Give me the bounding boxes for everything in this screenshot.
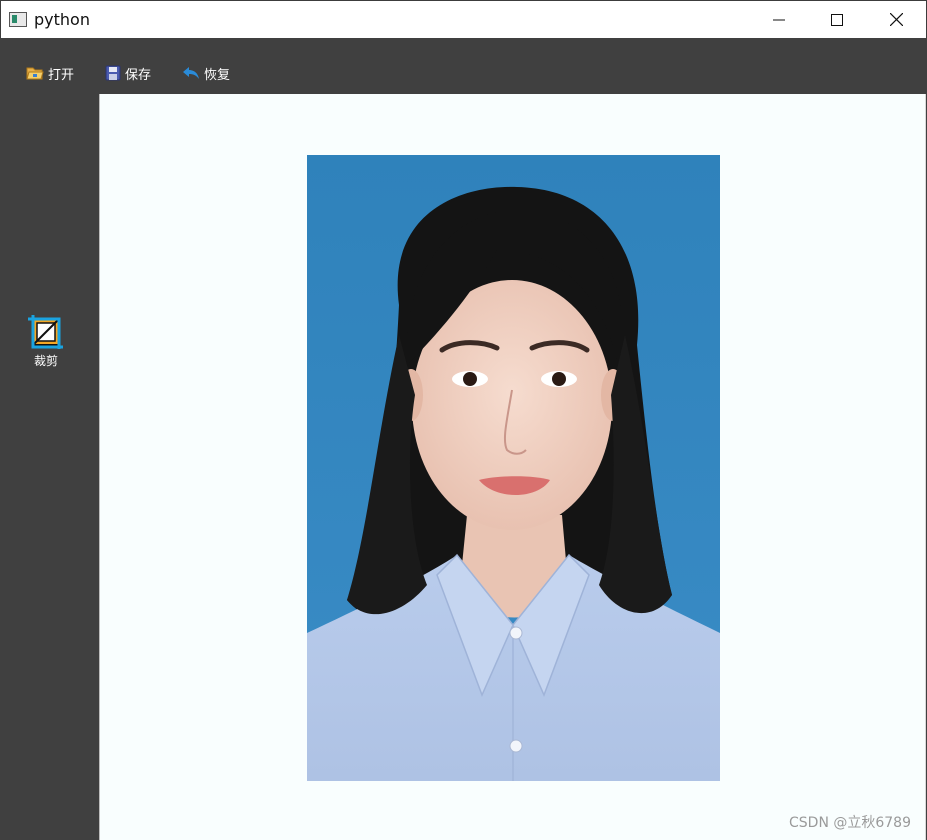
close-button[interactable]	[867, 1, 925, 38]
restore-label: 恢复	[204, 67, 231, 83]
watermark-text: CSDN @立秋6789	[789, 815, 911, 831]
maximize-button[interactable]	[808, 1, 866, 38]
id-photo-image	[307, 155, 720, 781]
minimize-icon	[773, 19, 785, 20]
open-button[interactable]: 打开	[26, 63, 74, 83]
restore-button[interactable]: 恢复	[182, 63, 230, 83]
save-label: 保存	[125, 67, 152, 83]
maximize-icon	[831, 13, 843, 26]
crop-icon	[28, 315, 63, 349]
close-icon	[889, 13, 903, 26]
toolbar: 打开 保存 恢复	[0, 38, 927, 93]
title-bar: python	[0, 0, 927, 38]
minimize-button[interactable]	[750, 1, 808, 38]
tool-sidebar: 裁剪	[0, 93, 98, 840]
open-label: 打开	[48, 67, 75, 83]
folder-open-icon	[26, 67, 44, 80]
undo-arrow-icon	[183, 67, 199, 79]
app-window-icon	[9, 12, 27, 27]
crop-tool-button[interactable]: 裁剪	[26, 314, 66, 369]
floppy-disk-icon	[105, 65, 121, 81]
image-canvas: CSDN @立秋6789	[99, 94, 926, 840]
save-button[interactable]: 保存	[105, 63, 151, 83]
window-title: python	[34, 10, 90, 29]
portrait-photo	[307, 155, 720, 781]
crop-label: 裁剪	[33, 354, 58, 368]
